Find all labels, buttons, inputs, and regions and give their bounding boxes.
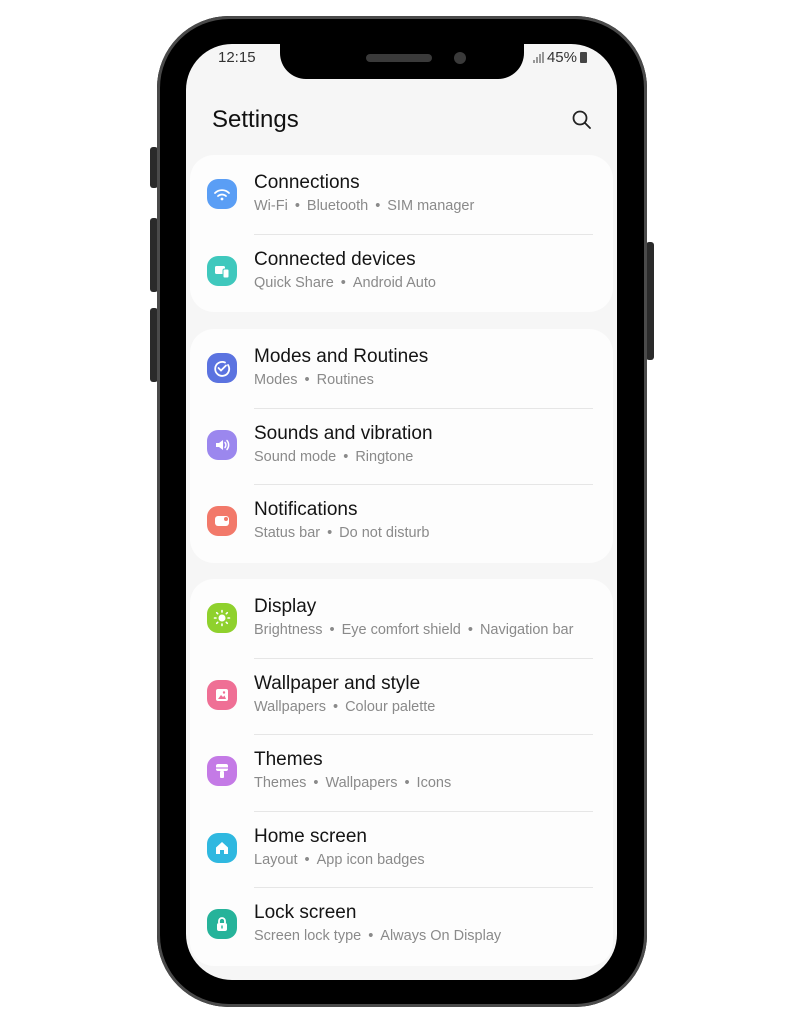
item-subtitle: Quick Share • Android Auto <box>254 275 436 291</box>
notch <box>280 44 524 79</box>
item-subtitle-part: Wallpapers <box>325 775 398 791</box>
item-title: Themes <box>254 749 323 770</box>
item-subtitle-part: Screen lock type <box>254 928 362 944</box>
item-subtitle-part: Icons <box>416 775 452 791</box>
item-subtitle: Screen lock type • Always On Display <box>254 928 501 944</box>
separator-dot: • <box>375 198 381 214</box>
item-subtitle: Brightness • Eye comfort shield • Navigation… <box>254 622 573 638</box>
separator-dot: • <box>329 622 335 638</box>
separator-dot: • <box>340 274 346 291</box>
speaker <box>366 54 432 62</box>
notification-icon <box>207 506 237 536</box>
item-subtitle: Wallpapers • Colour palette <box>254 699 435 715</box>
settings-item-home-screen[interactable]: Home screen Layout • App icon badges <box>190 810 613 888</box>
status-indicators: 45% <box>532 49 587 66</box>
item-subtitle: Wi-Fi • Bluetooth • SIM manager <box>254 198 474 214</box>
item-subtitle: Status bar • Do not disturb <box>254 525 429 541</box>
battery-percent: 45% <box>546 49 577 66</box>
home-icon <box>207 832 237 863</box>
separator-dot: • <box>327 525 333 541</box>
separator-dot: • <box>343 448 349 465</box>
settings-item-display[interactable]: Display Brightness • Eye comfort shield • Na… <box>190 581 613 658</box>
separator-dot: • <box>304 372 310 388</box>
settings-item-notifications[interactable]: Notifications Status bar • Do not disturb <box>190 484 613 561</box>
settings-item-themes[interactable]: Themes Themes • Wallpapers • Icons <box>190 734 613 811</box>
settings-item-connected-devices[interactable]: Connected devices Quick Share • Android Au… <box>190 233 613 311</box>
item-subtitle-part: Eye comfort shield <box>341 622 461 638</box>
item-subtitle-part: Routines <box>316 372 374 388</box>
item-subtitle-part: Sound mode <box>254 448 337 465</box>
item-subtitle-part: Modes <box>254 372 298 388</box>
item-title: Home screen <box>254 825 367 847</box>
settings-group: Connections Wi-Fi • Bluetooth • SIM manager … <box>190 155 613 312</box>
separator-dot: • <box>404 775 410 791</box>
item-subtitle: Modes • Routines <box>254 372 374 388</box>
item-subtitle-part: Android Auto <box>352 274 436 291</box>
item-title: Sounds and vibration <box>254 422 433 444</box>
item-subtitle-part: Ringtone <box>355 448 414 465</box>
camera <box>454 52 466 64</box>
item-subtitle-part: Themes <box>254 775 307 791</box>
settings-item-connections[interactable]: Connections Wi-Fi • Bluetooth • SIM manager <box>190 157 613 234</box>
item-subtitle: Sound mode • Ringtone <box>254 449 413 465</box>
item-title: Modes and Routines <box>254 346 429 367</box>
item-subtitle-part: SIM manager <box>387 198 475 214</box>
item-title: Notifications <box>254 499 358 520</box>
settings-item-sounds-and-vibration[interactable]: Sounds and vibration Sound mode • Ringtone <box>190 407 613 485</box>
separator-dot: • <box>313 775 319 791</box>
separator-dot: • <box>294 198 300 214</box>
battery-icon <box>580 52 587 63</box>
wifi-icon <box>207 179 237 209</box>
item-title: Wallpaper and style <box>254 672 421 694</box>
image-icon <box>207 679 237 710</box>
separator-dot: • <box>333 698 339 715</box>
search-icon[interactable] <box>571 109 593 131</box>
status-time: 12:15 <box>218 49 256 66</box>
settings-item-modes-and-routines[interactable]: Modes and Routines Modes • Routines <box>190 331 613 408</box>
settings-item-lock-screen[interactable]: Lock screen Screen lock type • Always On D… <box>190 887 613 964</box>
item-subtitle-part: Do not disturb <box>339 525 430 541</box>
item-subtitle: Layout • App icon badges <box>254 852 425 868</box>
separator-dot: • <box>368 928 374 944</box>
screen: 12:15 45% Settings Connections Wi-Fi • Blu… <box>186 44 617 980</box>
signal-icon <box>532 52 544 63</box>
check-circle-icon <box>207 353 237 383</box>
item-title: Display <box>254 596 317 617</box>
item-title: Connections <box>254 172 360 193</box>
separator-dot: • <box>304 851 310 868</box>
item-subtitle-part: Navigation bar <box>479 622 574 638</box>
item-subtitle-part: Wallpapers <box>254 698 326 715</box>
settings-group: Modes and Routines Modes • Routines Sounds… <box>190 329 613 563</box>
lock-icon <box>207 909 237 939</box>
item-subtitle-part: App icon badges <box>316 851 425 868</box>
page-title: Settings <box>212 106 299 133</box>
item-subtitle-part: Colour palette <box>345 698 436 715</box>
item-subtitle-part: Quick Share <box>254 274 334 291</box>
item-subtitle-part: Layout <box>254 851 298 868</box>
item-subtitle-part: Brightness <box>254 622 323 638</box>
speaker-icon <box>207 429 237 460</box>
sun-icon <box>207 603 237 633</box>
item-subtitle-part: Always On Display <box>380 928 502 944</box>
item-subtitle: Themes • Wallpapers • Icons <box>254 775 451 791</box>
item-subtitle-part: Wi-Fi <box>254 198 288 214</box>
settings-item-wallpaper-and-style[interactable]: Wallpaper and style Wallpapers • Colour pa… <box>190 657 613 735</box>
item-title: Lock screen <box>254 902 357 923</box>
separator-dot: • <box>467 622 473 638</box>
item-title: Connected devices <box>254 248 416 270</box>
item-subtitle-part: Bluetooth <box>306 198 369 214</box>
brush-icon <box>207 756 237 786</box>
settings-group: Display Brightness • Eye comfort shield • Na… <box>190 579 613 966</box>
item-subtitle-part: Status bar <box>254 525 321 541</box>
devices-icon <box>207 255 237 286</box>
power-button[interactable] <box>646 242 654 360</box>
